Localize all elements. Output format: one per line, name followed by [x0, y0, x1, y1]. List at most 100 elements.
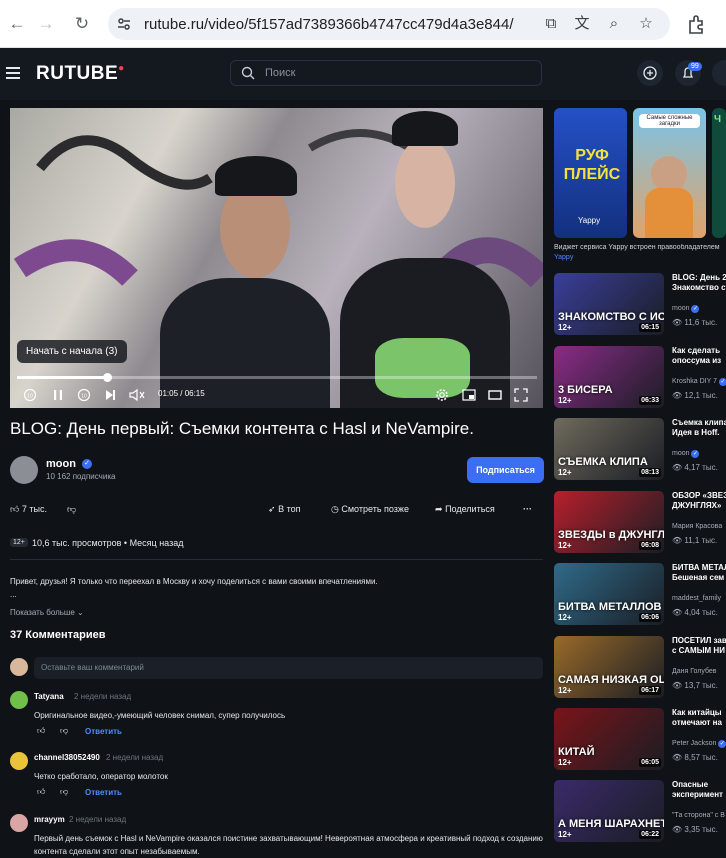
video-thumbnail[interactable]: КИТАЙ 12+ 06:05 — [554, 708, 664, 770]
recommended-video[interactable]: БИТВА МЕТАЛЛОВ 12+ 06:06 БИТВА МЕТАЛ Бешеная… — [554, 563, 726, 625]
dislike-icon[interactable]: 👎︎ — [60, 726, 68, 736]
show-more-link[interactable]: Показать больше ⌄ — [10, 608, 84, 617]
channel-name[interactable]: Peter Jackson ✓ — [672, 740, 726, 748]
like-icon[interactable]: 👍︎ — [37, 787, 45, 797]
video-thumbnail[interactable]: САМАЯ НИЗКАЯ ОЦЕНКА!12+ 06:17 — [554, 636, 664, 698]
channel-name[interactable]: Даня Голубев — [672, 668, 717, 675]
progress-bar[interactable] — [17, 373, 537, 382]
channel-avatar[interactable] — [10, 456, 38, 484]
subscriber-count: 10 162 подписчика — [46, 472, 116, 481]
translate-icon[interactable]: 文 — [572, 14, 592, 34]
channel-name[interactable]: maddest_family — [672, 595, 721, 602]
rewind-icon[interactable]: 10 — [22, 387, 38, 403]
comment-author[interactable]: Tatyana — [34, 692, 64, 701]
like-button[interactable]: 👍︎ 7 тыс. — [10, 504, 47, 515]
comment-text: Оригинальное видео,-умеющий человек сним… — [34, 711, 286, 720]
age-rating-badge: 12+ — [558, 323, 572, 332]
fullscreen-icon[interactable] — [513, 387, 529, 403]
video-thumbnail[interactable]: ЗНАКОМСТВО С ИСПОЛНИТЕЛЕМ12+ 06:15 — [554, 273, 664, 335]
recommended-video[interactable]: ЗНАКОМСТВО С ИСПОЛНИТЕЛЕМ12+ 06:15 BLOG: Д… — [554, 273, 726, 335]
verified-icon: ✓ — [718, 378, 726, 386]
forward-icon[interactable]: → — [33, 11, 59, 37]
my-avatar — [10, 658, 28, 676]
recommended-video[interactable]: САМАЯ НИЗКАЯ ОЦЕНКА!12+ 06:17 ПОСЕТИЛ завс… — [554, 636, 726, 698]
channel-name[interactable]: moon — [46, 458, 76, 470]
age-rating-badge: 12+ — [558, 758, 572, 767]
video-title[interactable]: Как сделать опоссума из — [672, 346, 726, 366]
next-icon[interactable] — [102, 387, 118, 403]
menu-icon[interactable] — [6, 67, 20, 79]
search-input[interactable]: Поиск — [230, 60, 542, 86]
recommended-video[interactable]: 3 БИСЕРА 12+ 06:33 Как сделать опоссума из Kr… — [554, 346, 726, 408]
verified-icon: ✓ — [691, 305, 700, 313]
comment-input[interactable]: Оставьте ваш комментарий — [34, 657, 543, 679]
open-external-icon[interactable]: ⧉ — [541, 14, 561, 34]
video-title[interactable]: ОБЗОР «ЗВЕЗ ДЖУНГЛЯХ» — [672, 491, 726, 511]
channel-name[interactable]: "Та сторона" с В — [672, 812, 725, 819]
upload-icon[interactable] — [637, 60, 663, 86]
site-settings-icon[interactable] — [116, 16, 132, 32]
video-title[interactable]: ПОСЕТИЛ зав с САМЫМ НИ — [672, 636, 726, 656]
channel-name[interactable]: Мария Красова — [672, 523, 722, 530]
bookmark-star-icon[interactable]: ☆ — [636, 14, 656, 34]
avatar[interactable] — [712, 60, 726, 86]
eye-icon: 👁︎ — [672, 753, 683, 762]
dislike-icon[interactable]: 👎︎ — [67, 504, 76, 515]
comment-author[interactable]: channel38052490 — [34, 753, 100, 762]
shorts-card[interactable]: Самые сложные загадки — [633, 108, 706, 238]
video-title[interactable]: Съемка клипа Идея в Hoff. — [672, 418, 726, 438]
more-icon[interactable]: ··· — [523, 504, 532, 514]
shorts-card[interactable]: РУФ ПЛЕЙС Yappy — [554, 108, 627, 238]
miniplayer-icon[interactable] — [461, 387, 477, 403]
channel-name[interactable]: moon ✓ — [672, 450, 700, 458]
thumbnail-text: 3 БИСЕРА — [558, 384, 613, 396]
reply-button[interactable]: Ответить — [85, 788, 122, 797]
thumbnail-text: КИТАЙ — [558, 746, 595, 758]
pause-icon[interactable] — [50, 387, 66, 403]
recommended-video[interactable]: СЪЕМКА КЛИПА 12+ 08:13 Съемка клипа Идея в H… — [554, 418, 726, 480]
commenter-avatar[interactable] — [10, 752, 28, 770]
video-thumbnail[interactable]: СЪЕМКА КЛИПА 12+ 08:13 — [554, 418, 664, 480]
video-thumbnail[interactable]: 3 БИСЕРА 12+ 06:33 — [554, 346, 664, 408]
commenter-avatar[interactable] — [10, 691, 28, 709]
rutube-logo[interactable]: RUTUBE● — [36, 63, 125, 85]
share-button[interactable]: ➦ Поделиться — [435, 504, 495, 515]
video-thumbnail[interactable]: БИТВА МЕТАЛЛОВ 12+ 06:06 — [554, 563, 664, 625]
settings-icon[interactable] — [434, 387, 450, 403]
shorts-card[interactable]: Ч — [712, 108, 726, 238]
progress-handle[interactable] — [102, 373, 112, 382]
back-icon[interactable]: ← — [4, 11, 30, 37]
watch-later-button[interactable]: ◷ Смотреть позже — [331, 504, 409, 515]
subscribe-button[interactable]: Подписаться — [467, 457, 544, 483]
dislike-icon[interactable]: 👎︎ — [60, 787, 68, 797]
recommended-video[interactable]: А МЕНЯ ШАРАХНЕТ? 12+ 06:22 Опасные экспериме… — [554, 780, 726, 842]
recommended-video[interactable]: КИТАЙ 12+ 06:05 Как китайцы отмечают на Peter… — [554, 708, 726, 770]
zoom-icon[interactable]: ⌕ — [604, 14, 624, 34]
video-title[interactable]: Опасные эксперимент — [672, 780, 726, 800]
video-title[interactable]: Как китайцы отмечают на — [672, 708, 726, 728]
to-top-button[interactable]: ➶ В топ — [268, 504, 300, 515]
video-title[interactable]: БИТВА МЕТАЛ Бешеная сем — [672, 563, 726, 583]
comment-author[interactable]: mrayym — [34, 815, 65, 824]
reload-icon[interactable]: ↻ — [69, 11, 95, 37]
video-thumbnail[interactable]: ЗВЕЗДЫ в ДЖУНГЛЯХ12+ 06:08 — [554, 491, 664, 553]
reply-button[interactable]: Ответить — [85, 727, 122, 736]
url-text[interactable]: rutube.ru/video/5f157ad7389366b4747cc479… — [144, 16, 514, 33]
shorts-title: РУФ ПЛЕЙС — [563, 147, 621, 183]
mute-icon[interactable] — [128, 387, 146, 403]
theater-icon[interactable] — [487, 387, 503, 403]
commenter-avatar[interactable] — [10, 814, 28, 832]
video-thumbnail[interactable]: А МЕНЯ ШАРАХНЕТ? 12+ 06:22 — [554, 780, 664, 842]
channel-name[interactable]: moon ✓ — [672, 305, 700, 313]
extensions-icon[interactable] — [686, 13, 708, 35]
shorts-source-link[interactable]: Yappy — [554, 254, 573, 261]
duration-badge: 06:08 — [639, 541, 661, 550]
like-icon[interactable]: 👍︎ — [37, 726, 45, 736]
recommended-video[interactable]: ЗВЕЗДЫ в ДЖУНГЛЯХ12+ 06:08 ОБЗОР «ЗВЕЗДЖУН… — [554, 491, 726, 553]
address-bar[interactable]: rutube.ru/video/5f157ad7389366b4747cc479… — [108, 8, 670, 40]
eye-icon: 👁︎ — [672, 825, 683, 834]
channel-name[interactable]: Kroshka DIY 7 ✓ — [672, 378, 726, 386]
video-title[interactable]: BLOG: День 2 Знакомство с — [672, 273, 726, 293]
forward-10-icon[interactable]: 10 — [76, 387, 92, 403]
video-player[interactable]: Начать с начала (3) 10 10 01:05 / 06:15 — [10, 108, 543, 408]
